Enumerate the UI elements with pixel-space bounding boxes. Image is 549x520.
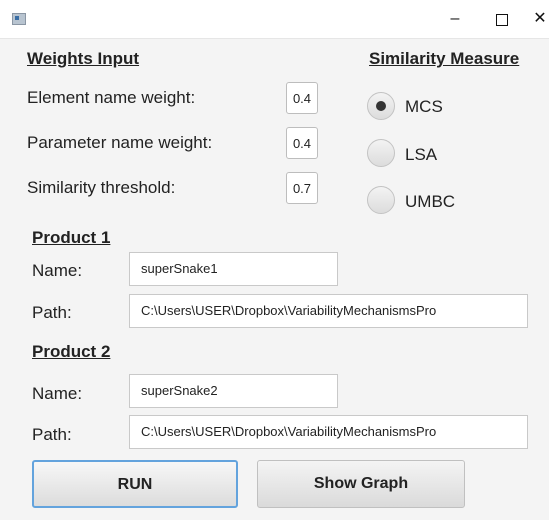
similarity-threshold-label: Similarity threshold: (27, 178, 176, 197)
parameter-weight-label: Parameter name weight: (27, 133, 213, 152)
radio-lsa[interactable] (367, 139, 395, 167)
maximize-button[interactable] (482, 4, 522, 34)
maximize-icon (496, 14, 508, 26)
product2-path-label: Path: (32, 425, 72, 444)
similarity-measure-heading: Similarity Measure (369, 49, 520, 68)
product1-name-field[interactable]: superSnake1 (129, 252, 338, 286)
title-bar: – ✕ (0, 0, 549, 39)
product1-name-label: Name: (32, 261, 83, 280)
product2-heading: Product 2 (32, 342, 111, 361)
parameter-weight-input[interactable]: 0.4 (286, 127, 318, 159)
radio-umbc-label[interactable]: UMBC (405, 192, 455, 212)
product2-name-label: Name: (32, 384, 83, 403)
minimize-button[interactable]: – (435, 4, 475, 34)
product1-path-label: Path: (32, 303, 72, 322)
product1-path-field[interactable]: C:\Users\USER\Dropbox\VariabilityMechani… (129, 294, 528, 328)
similarity-threshold-input[interactable]: 0.7 (286, 172, 318, 204)
element-weight-label: Element name weight: (27, 88, 196, 107)
product2-name-field[interactable]: superSnake2 (129, 374, 338, 408)
close-button[interactable]: ✕ (520, 4, 549, 34)
show-graph-button[interactable]: Show Graph (257, 460, 465, 508)
product2-path-field[interactable]: C:\Users\USER\Dropbox\VariabilityMechani… (129, 415, 528, 449)
radio-mcs[interactable] (367, 92, 395, 120)
radio-umbc[interactable] (367, 186, 395, 214)
app-icon (12, 13, 26, 25)
radio-mcs-label[interactable]: MCS (405, 97, 443, 117)
radio-lsa-label[interactable]: LSA (405, 145, 437, 165)
element-weight-input[interactable]: 0.4 (286, 82, 318, 114)
run-button[interactable]: RUN (32, 460, 238, 508)
weights-input-heading: Weights Input (27, 49, 140, 68)
product1-heading: Product 1 (32, 228, 111, 247)
